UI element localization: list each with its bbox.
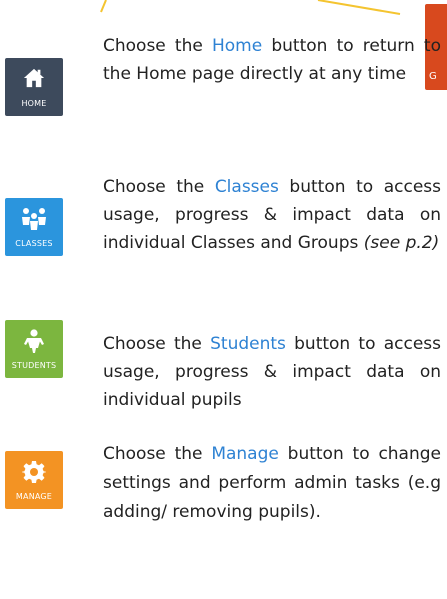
students-description: Choose the Students button to access usa… <box>103 334 442 410</box>
students-button-word: Students <box>210 334 286 354</box>
manage-button[interactable]: MANAGE <box>5 451 63 509</box>
classes-description: Choose the Classes button to access usag… <box>103 177 441 253</box>
students-tile-label: STUDENTS <box>11 361 57 370</box>
classes-button[interactable]: CLASSES <box>5 198 63 256</box>
classes-icon <box>22 208 46 230</box>
manage-description: Choose the Manage button to change setti… <box>103 444 442 522</box>
student-icon <box>24 329 44 353</box>
classes-tile-label: CLASSES <box>15 239 53 248</box>
home-button[interactable]: HOME <box>5 58 63 116</box>
page-reference: (see p.2) <box>363 233 440 253</box>
callout-line-right <box>317 0 401 15</box>
classes-button-word: Classes <box>214 177 279 197</box>
manage-button-word: Manage <box>211 444 279 464</box>
home-tile-label: HOME <box>21 99 47 108</box>
gear-icon <box>22 461 46 483</box>
callout-line-left <box>100 0 107 13</box>
students-button[interactable]: STUDENTS <box>5 320 63 378</box>
home-icon <box>23 68 45 88</box>
home-button-word: Home <box>211 36 263 56</box>
home-description: Choose the Home button to return to the … <box>103 36 441 84</box>
manage-tile-label: MANAGE <box>15 492 53 501</box>
